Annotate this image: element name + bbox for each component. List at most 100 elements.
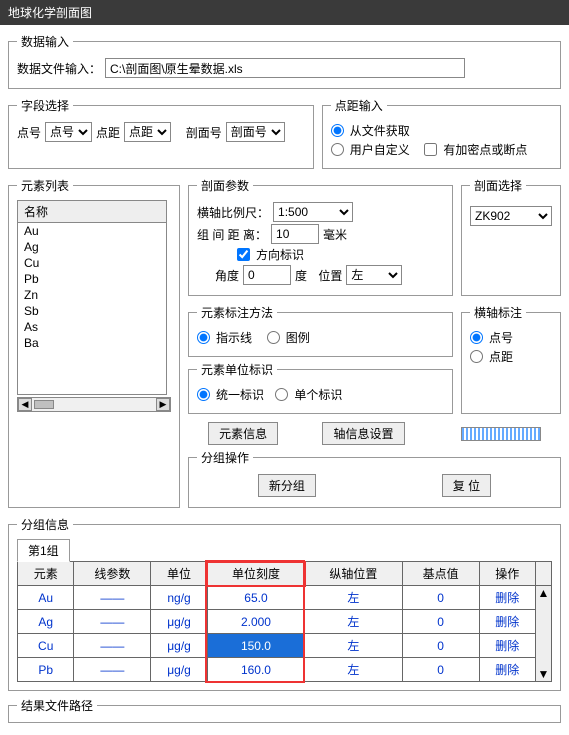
unit-mark-legend: 元素单位标识 xyxy=(197,361,277,378)
dir-mark-checkbox[interactable] xyxy=(237,248,250,261)
data-input-legend: 数据输入 xyxy=(17,33,73,50)
from-file-label: 从文件获取 xyxy=(350,122,410,139)
field-select-legend: 字段选择 xyxy=(17,97,73,114)
unified-radio[interactable] xyxy=(197,388,210,401)
tab-group1[interactable]: 第1组 xyxy=(17,539,70,562)
main-content: 数据输入 数据文件输入： 字段选择 点号 点号 点距 点距 剖面号 剖面号 点距… xyxy=(0,25,569,735)
cell-line[interactable]: —— xyxy=(74,586,151,610)
dir-mark-label: 方向标识 xyxy=(256,246,304,263)
list-item[interactable]: Pb xyxy=(18,271,166,287)
data-input-group: 数据输入 数据文件输入： xyxy=(8,33,561,89)
vertical-scrollbar[interactable]: ▲ ▼ xyxy=(536,586,551,681)
bypoint-label: 点号 xyxy=(489,329,513,346)
indicator-radio[interactable] xyxy=(197,331,210,344)
scroll-up-icon[interactable]: ▲ xyxy=(536,586,551,600)
cell-delete[interactable]: 删除 xyxy=(479,634,535,658)
cell-axis[interactable]: 左 xyxy=(305,658,402,682)
unit-mark-group: 元素单位标识 统一标识 单个标识 xyxy=(188,361,453,414)
angle-input[interactable] xyxy=(243,265,291,285)
th-element: 元素 xyxy=(18,562,74,586)
cell-axis[interactable]: 左 xyxy=(305,634,402,658)
scroll-down-icon[interactable]: ▼ xyxy=(536,667,551,681)
table-row[interactable]: Ag —— μg/g 2.000 左 0 删除 xyxy=(18,610,552,634)
cell-base[interactable]: 0 xyxy=(402,586,479,610)
anno-method-group: 元素标注方法 指示线 图例 xyxy=(188,304,453,357)
section-select[interactable]: 剖面号 xyxy=(226,122,285,142)
th-axis: 纵轴位置 xyxy=(305,562,402,586)
reset-button[interactable]: 复 位 xyxy=(442,474,491,497)
element-list-header: 名称 xyxy=(18,201,166,223)
list-item[interactable]: Au xyxy=(18,223,166,239)
group-ops-legend: 分组操作 xyxy=(197,449,253,466)
field-select-group: 字段选择 点号 点号 点距 点距 剖面号 剖面号 xyxy=(8,97,314,169)
hscale-select[interactable]: 1:500 xyxy=(273,202,353,222)
dist-select[interactable]: 点距 xyxy=(124,122,171,142)
cell-element[interactable]: Au xyxy=(18,586,74,610)
cell-axis[interactable]: 左 xyxy=(305,586,402,610)
section-select-dropdown[interactable]: ZK902 xyxy=(470,206,552,226)
single-label: 单个标识 xyxy=(294,386,342,403)
list-item[interactable]: Cu xyxy=(18,255,166,271)
scroll-right-icon[interactable]: ▶ xyxy=(156,398,170,411)
th-op: 操作 xyxy=(479,562,535,586)
angle-unit-label: 度 xyxy=(295,267,307,284)
cell-unit[interactable]: μg/g xyxy=(151,634,207,658)
cell-element[interactable]: Ag xyxy=(18,610,74,634)
cell-element[interactable]: Pb xyxy=(18,658,74,682)
cell-delete[interactable]: 删除 xyxy=(479,658,535,682)
result-path-legend: 结果文件路径 xyxy=(17,697,97,714)
cell-line[interactable]: —— xyxy=(74,634,151,658)
user-def-radio[interactable] xyxy=(331,143,344,156)
scroll-thumb[interactable] xyxy=(34,400,54,409)
horizontal-scrollbar[interactable]: ◀ ▶ xyxy=(17,397,171,412)
cell-element[interactable]: Cu xyxy=(18,634,74,658)
cell-base[interactable]: 0 xyxy=(402,634,479,658)
table-row[interactable]: Pb —— μg/g 160.0 左 0 删除 xyxy=(18,658,552,682)
dense-point-checkbox[interactable] xyxy=(424,143,437,156)
scroll-left-icon[interactable]: ◀ xyxy=(18,398,32,411)
table-row[interactable]: Au —— ng/g 65.0 左 0 删除 ▲ ▼ xyxy=(18,586,552,610)
section-select-group: 剖面选择 ZK902 xyxy=(461,177,561,296)
cell-delete[interactable]: 删除 xyxy=(479,586,535,610)
cell-scale[interactable]: 65.0 xyxy=(207,586,304,610)
bypoint-radio[interactable] xyxy=(470,331,483,344)
pos-label: 位置 xyxy=(318,267,342,284)
bydist-radio[interactable] xyxy=(470,350,483,363)
from-file-radio[interactable] xyxy=(331,124,344,137)
list-item[interactable]: As xyxy=(18,319,166,335)
group-gap-input[interactable] xyxy=(271,224,319,244)
cell-delete[interactable]: 删除 xyxy=(479,610,535,634)
cell-scale[interactable]: 160.0 xyxy=(207,658,304,682)
legendopt-radio[interactable] xyxy=(267,331,280,344)
element-listbox[interactable]: 名称 Au Ag Cu Pb Zn Sb As Ba xyxy=(17,200,167,395)
cell-scale[interactable]: 2.000 xyxy=(207,610,304,634)
file-path-input[interactable] xyxy=(105,58,465,78)
single-radio[interactable] xyxy=(275,388,288,401)
section-params-group: 剖面参数 横轴比例尺： 1:500 组 间 距 离： 毫米 方向标识 xyxy=(188,177,453,296)
point-select[interactable]: 点号 xyxy=(45,122,92,142)
user-def-label: 用户自定义 xyxy=(350,141,410,158)
cell-line[interactable]: —— xyxy=(74,658,151,682)
cell-base[interactable]: 0 xyxy=(402,658,479,682)
gap-unit-label: 毫米 xyxy=(323,226,347,243)
cell-unit[interactable]: ng/g xyxy=(151,586,207,610)
list-item[interactable]: Sb xyxy=(18,303,166,319)
list-item[interactable]: Ag xyxy=(18,239,166,255)
cell-line[interactable]: —— xyxy=(74,610,151,634)
element-info-button[interactable]: 元素信息 xyxy=(208,422,278,445)
list-item[interactable]: Zn xyxy=(18,287,166,303)
th-unit: 单位 xyxy=(151,562,207,586)
cell-scale-selected[interactable]: 150.0 xyxy=(207,634,304,658)
file-input-label: 数据文件输入： xyxy=(17,60,101,77)
cell-unit[interactable]: μg/g xyxy=(151,610,207,634)
cell-base[interactable]: 0 xyxy=(402,610,479,634)
cell-unit[interactable]: μg/g xyxy=(151,658,207,682)
list-item[interactable]: Ba xyxy=(18,335,166,351)
axis-info-button[interactable]: 轴信息设置 xyxy=(322,422,404,445)
group-info-group: 分组信息 第1组 元素 线参数 单位 单位刻度 纵轴位置 基点值 操作 Au —… xyxy=(8,516,561,691)
new-group-button[interactable]: 新分组 xyxy=(258,474,316,497)
cell-axis[interactable]: 左 xyxy=(305,610,402,634)
dist-input-legend: 点距输入 xyxy=(331,97,387,114)
table-row[interactable]: Cu —— μg/g 150.0 左 0 删除 xyxy=(18,634,552,658)
pos-select[interactable]: 左 xyxy=(346,265,402,285)
